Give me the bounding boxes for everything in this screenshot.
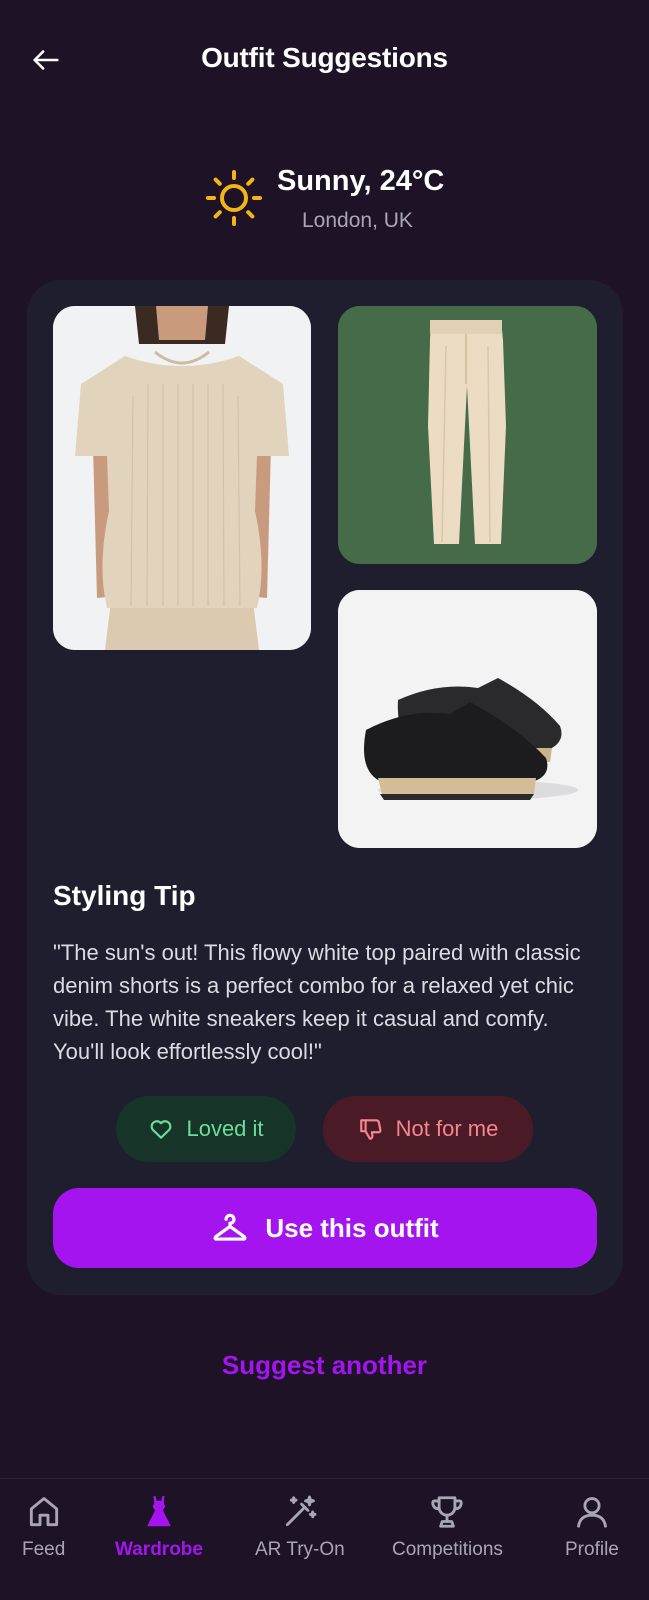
bottom-nav: Feed Wardrobe AR Try-On Competitions Pro… [0, 1478, 649, 1600]
styling-tip-title: Styling Tip [53, 880, 196, 911]
nav-item-ar-try-on[interactable]: AR Try-On [255, 1493, 345, 1561]
shoes-illustration [338, 590, 597, 848]
heart-icon [151, 1120, 172, 1139]
use-outfit-button[interactable]: Use this outfit [53, 1188, 597, 1268]
thumbs-down-icon [359, 1119, 382, 1140]
sun-icon [206, 170, 262, 226]
outfit-top-image[interactable] [53, 306, 311, 650]
outfit-shoes-image[interactable] [338, 590, 597, 848]
not-for-me-label: Not for me [395, 1116, 499, 1141]
loved-it-button[interactable]: Loved it [116, 1096, 296, 1162]
person-icon [577, 1497, 607, 1528]
nav-label-competitions: Competitions [392, 1539, 503, 1560]
outfit-pants-image[interactable] [338, 306, 597, 564]
weather-condition: Sunny, 24°C [277, 165, 445, 197]
nav-item-wardrobe[interactable]: Wardrobe [115, 1493, 203, 1561]
suggest-another-link[interactable]: Suggest another [0, 1350, 649, 1381]
trophy-icon [431, 1496, 464, 1528]
hanger-icon [213, 1213, 247, 1241]
use-outfit-label: Use this outfit [265, 1212, 439, 1243]
styling-tip-text: "The sun's out! This flowy white top pai… [53, 940, 581, 1064]
pants-illustration [338, 306, 597, 564]
nav-item-feed[interactable]: Feed [22, 1493, 65, 1561]
outfit-card: Styling Tip "The sun's out! This flowy w… [27, 280, 623, 1295]
nav-label-profile: Profile [565, 1539, 619, 1560]
weather-summary: Sunny, 24°C London, UK [0, 165, 649, 245]
weather-location: London, UK [302, 209, 413, 232]
loved-it-label: Loved it [186, 1116, 264, 1141]
nav-label-wardrobe: Wardrobe [115, 1539, 203, 1560]
page-title: Outfit Suggestions [201, 42, 448, 73]
dress-icon [147, 1496, 171, 1527]
nav-item-profile[interactable]: Profile [565, 1493, 619, 1561]
nav-label-feed: Feed [22, 1539, 66, 1560]
header: Outfit Suggestions [0, 0, 649, 120]
home-icon [29, 1497, 58, 1527]
app-root: Outfit Suggestions Sunny, 24°C London, U… [0, 0, 649, 1600]
top-illustration [53, 306, 311, 650]
magic-wand-icon [285, 1495, 317, 1527]
nav-label-ar-try-on: AR Try-On [255, 1539, 345, 1560]
not-for-me-button[interactable]: Not for me [323, 1096, 533, 1162]
nav-item-competitions[interactable]: Competitions [392, 1493, 503, 1561]
